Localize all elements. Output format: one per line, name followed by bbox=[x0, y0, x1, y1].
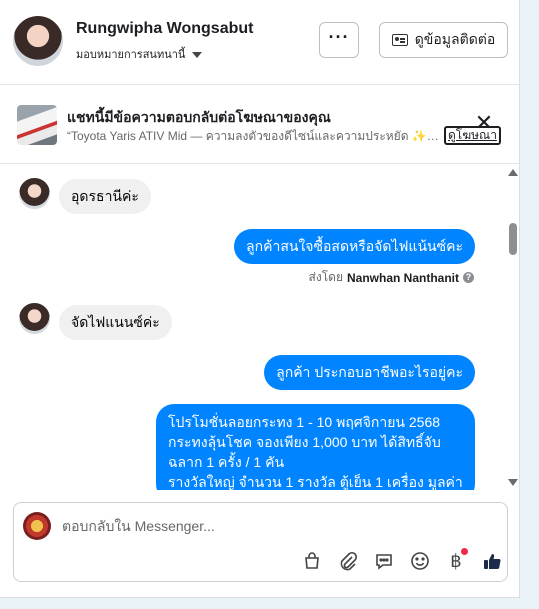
contact-avatar-small bbox=[19, 178, 50, 209]
reply-input[interactable] bbox=[62, 513, 482, 539]
assign-conversation-dropdown[interactable]: มอบหมายการสนทนานี้ bbox=[76, 45, 203, 63]
ad-banner-description: “Toyota Yaris ATIV Mid — ความลงตัวของดีไ… bbox=[67, 129, 439, 143]
message-thread: อุดรธานีค่ะ ลูกค้าสนใจซื้อสดหรือจัดไฟแน้… bbox=[0, 165, 520, 490]
sent-by-prefix: ส่งโดย bbox=[308, 270, 343, 284]
ad-thumbnail bbox=[17, 105, 57, 145]
ad-reply-banner: แชทนี้มีข้อความตอบกลับต่อโฆษณาของคุณ “To… bbox=[0, 86, 520, 164]
paperclip-icon[interactable] bbox=[330, 547, 366, 575]
emoji-icon[interactable] bbox=[402, 547, 438, 575]
thumbs-up-icon[interactable] bbox=[474, 547, 510, 575]
contact-avatar[interactable] bbox=[13, 16, 63, 66]
message-bubble-incoming: อุดรธานีค่ะ bbox=[59, 179, 151, 214]
more-options-button[interactable]: ··· bbox=[319, 22, 359, 58]
conversation-header: Rungwipha Wongsabut มอบหมายการสนทนานี้ ·… bbox=[0, 0, 520, 85]
sent-by-name: Nanwhan Nanthanit bbox=[346, 270, 459, 285]
scroll-up-arrow[interactable] bbox=[508, 169, 518, 176]
view-contact-info-button[interactable]: ดูข้อมูลติดต่อ bbox=[379, 22, 508, 58]
saved-reply-icon[interactable] bbox=[366, 547, 402, 575]
more-icon: ··· bbox=[328, 26, 350, 47]
caret-down-icon bbox=[192, 52, 203, 58]
page-avatar bbox=[23, 512, 51, 540]
baht-symbol: ฿ bbox=[450, 550, 462, 572]
scroll-down-arrow[interactable] bbox=[508, 479, 518, 486]
help-icon[interactable]: ? bbox=[463, 272, 474, 283]
sent-by-label: ส่งโดย Nanwhan Nanthanit ? bbox=[309, 268, 474, 287]
notification-dot bbox=[461, 548, 468, 555]
contact-name[interactable]: Rungwipha Wongsabut bbox=[76, 20, 253, 38]
contact-avatar-small bbox=[19, 303, 50, 334]
scrollbar-thumb[interactable] bbox=[509, 223, 517, 255]
message-bubble-outgoing: ลูกค้า ประกอบอาชีพอะไรอยู่คะ bbox=[264, 355, 475, 390]
message-bubble-outgoing: โปรโมชั่นลอยกระทง 1 - 10 พฤศจิกายน 2568 … bbox=[156, 404, 475, 490]
message-bubble-incoming: จัดไฟแนนซ์ค่ะ bbox=[59, 305, 172, 340]
view-ad-link[interactable]: ดูโฆษณา bbox=[444, 126, 501, 145]
message-bubble-outgoing: ลูกค้าสนใจซื้อสดหรือจัดไฟแน้นซ์คะ bbox=[234, 229, 475, 264]
reply-composer: ฿ bbox=[13, 502, 508, 582]
contact-card-icon bbox=[391, 34, 408, 46]
shopping-bag-icon[interactable] bbox=[294, 547, 330, 575]
assign-label: มอบหมายการสนทนานี้ bbox=[76, 49, 186, 61]
conversation-panel: Rungwipha Wongsabut มอบหมายการสนทนานี้ ·… bbox=[0, 0, 520, 598]
composer-toolbar: ฿ bbox=[294, 547, 510, 575]
baht-icon[interactable]: ฿ bbox=[438, 547, 474, 575]
view-contact-info-label: ดูข้อมูลติดต่อ bbox=[414, 31, 496, 47]
ad-banner-title: แชทนี้มีข้อความตอบกลับต่อโฆษณาของคุณ bbox=[67, 109, 331, 125]
